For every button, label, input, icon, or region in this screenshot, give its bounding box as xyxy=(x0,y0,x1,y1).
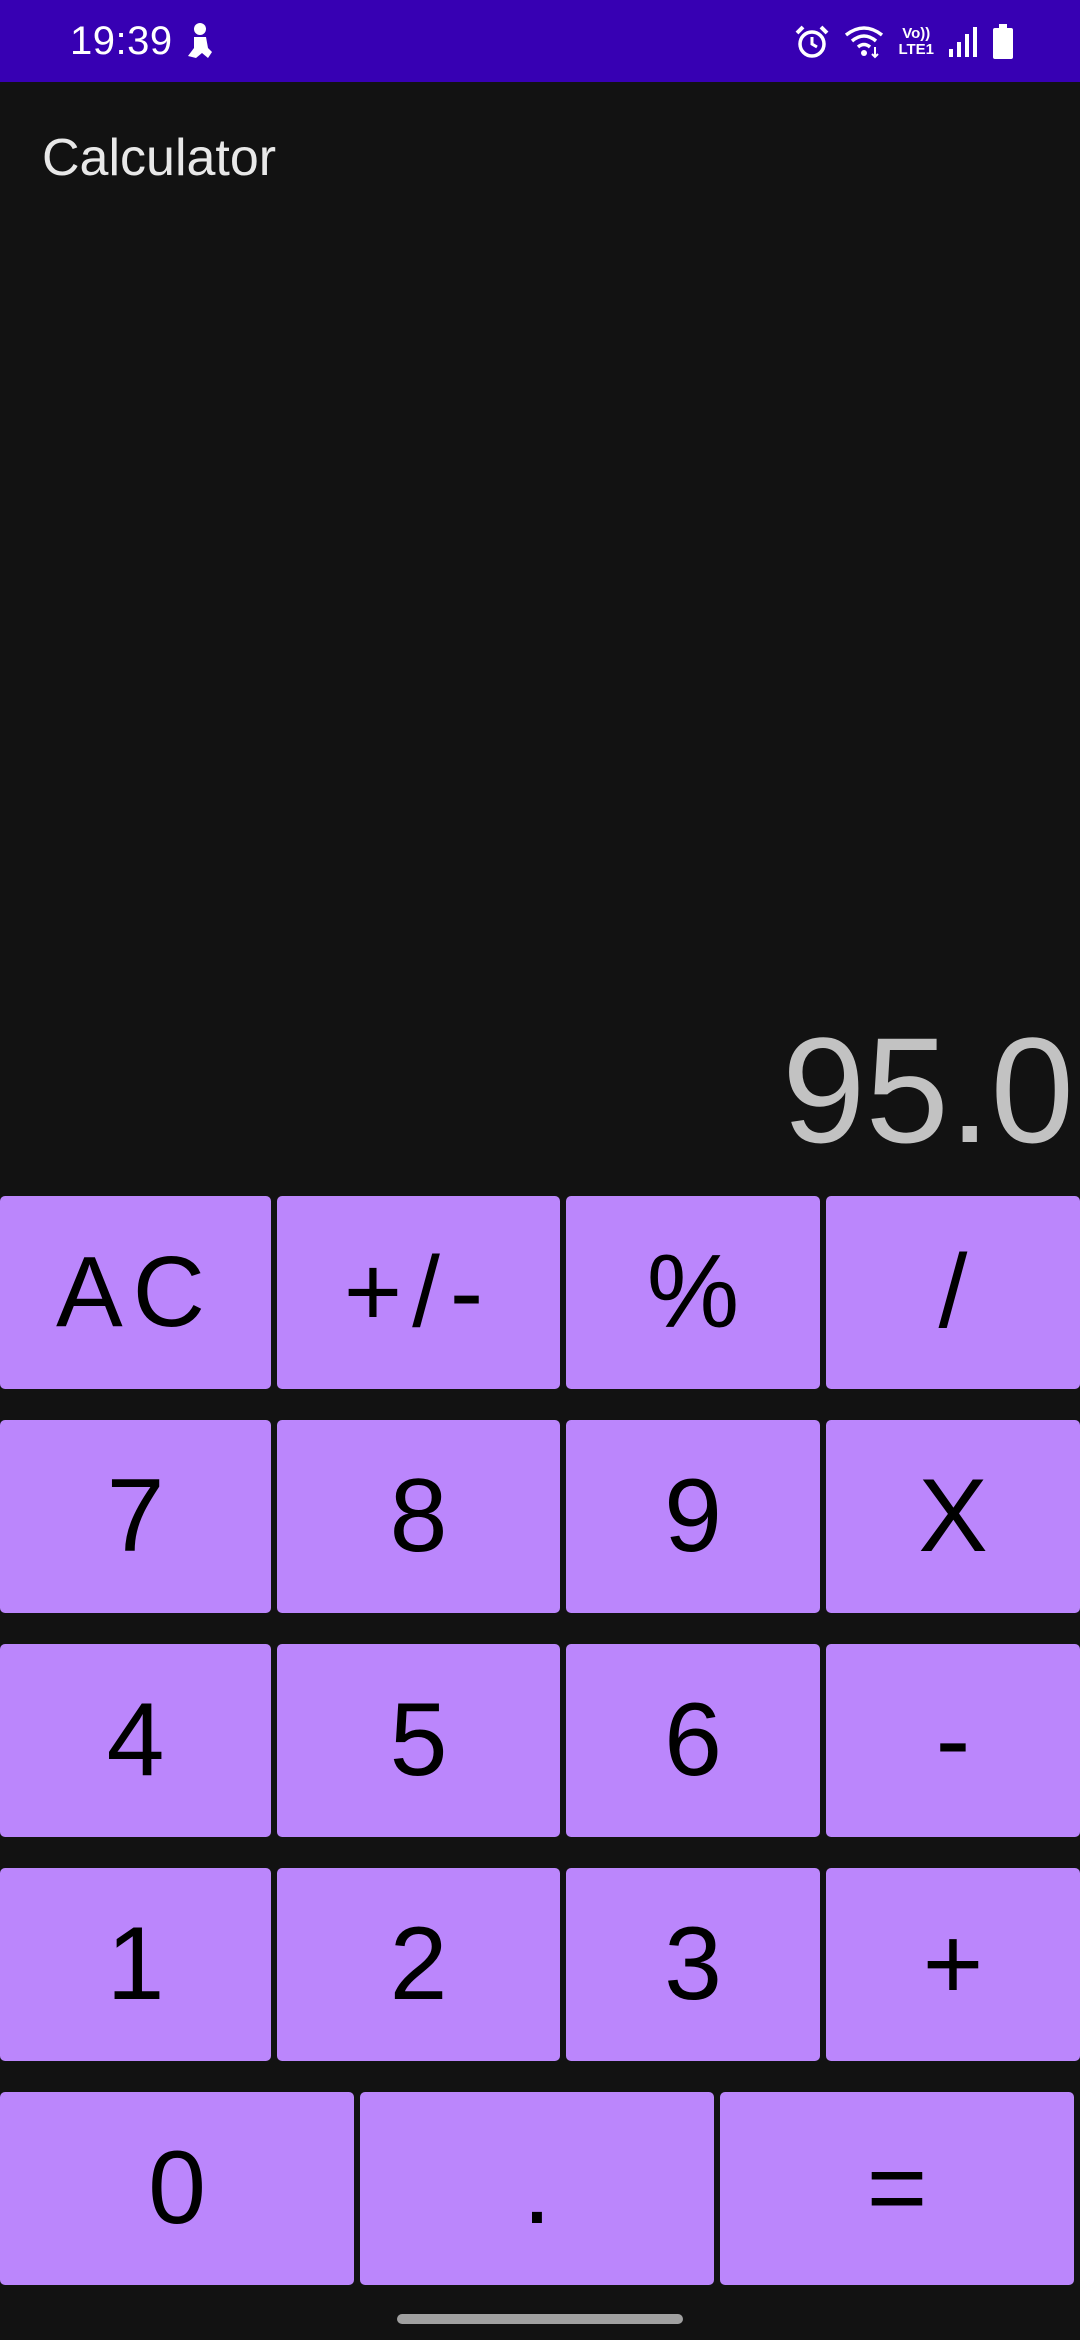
person-icon xyxy=(182,22,216,60)
digit-0-button[interactable]: 0 xyxy=(0,2092,354,2285)
divide-button[interactable]: / xyxy=(826,1196,1080,1389)
wifi-icon xyxy=(844,25,884,59)
battery-icon xyxy=(992,24,1014,60)
digit-2-button[interactable]: 2 xyxy=(277,1868,560,2061)
alarm-icon xyxy=(794,24,830,60)
app-title: Calculator xyxy=(42,129,277,187)
decimal-point-button[interactable]: . xyxy=(360,2092,714,2285)
multiply-button[interactable]: X xyxy=(826,1420,1080,1613)
percent-button[interactable]: % xyxy=(566,1196,820,1389)
digit-9-button[interactable]: 9 xyxy=(566,1420,820,1613)
status-icons: Vo)) LTE1 xyxy=(794,20,1014,64)
navigation-handle[interactable] xyxy=(397,2314,683,2324)
status-time: 19:39 xyxy=(70,19,173,63)
result-display: 95.0 xyxy=(782,1006,1074,1174)
status-bar: 19:39 Vo)) LTE1 xyxy=(0,0,1080,82)
digit-4-button[interactable]: 4 xyxy=(0,1644,271,1837)
digit-7-button[interactable]: 7 xyxy=(0,1420,271,1613)
signal-icon xyxy=(948,25,978,59)
toggle-sign-button[interactable]: +/- xyxy=(277,1196,560,1389)
digit-5-button[interactable]: 5 xyxy=(277,1644,560,1837)
digit-6-button[interactable]: 6 xyxy=(566,1644,820,1837)
volte-icon: Vo)) LTE1 xyxy=(898,26,934,58)
volte-label-top: Vo)) xyxy=(902,25,931,42)
equals-button[interactable]: = xyxy=(720,2092,1074,2285)
digit-1-button[interactable]: 1 xyxy=(0,1868,271,2061)
digit-8-button[interactable]: 8 xyxy=(277,1420,560,1613)
subtract-button[interactable]: - xyxy=(826,1644,1080,1837)
digit-3-button[interactable]: 3 xyxy=(566,1868,820,2061)
volte-label-bottom: LTE1 xyxy=(898,41,934,58)
add-button[interactable]: + xyxy=(826,1868,1080,2061)
all-clear-button[interactable]: AC xyxy=(0,1196,271,1389)
